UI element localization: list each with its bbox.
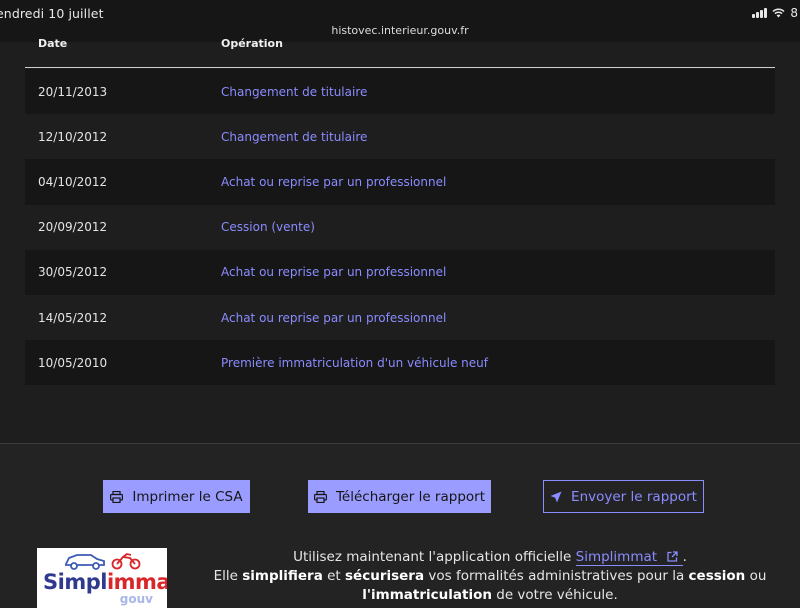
motorcycle-icon xyxy=(111,553,141,570)
promo-line-1-end: . xyxy=(682,549,687,565)
row-operation-link[interactable]: Achat ou reprise par un professionnel xyxy=(221,311,446,325)
simplimmat-link[interactable]: Simplimmat xyxy=(575,549,683,566)
table-row: 20/11/2013 Changement de titulaire xyxy=(25,69,775,115)
logo-immat: immat xyxy=(106,570,167,594)
table-row: 30/05/2012 Achat ou reprise par un profe… xyxy=(25,249,775,295)
download-report-label: Télécharger le rapport xyxy=(335,488,485,505)
row-operation-link[interactable]: Changement de titulaire xyxy=(221,130,367,144)
promo-line-2-d: ou xyxy=(745,568,767,584)
table-row: 20/09/2012 Cession (vente) xyxy=(25,205,775,250)
promo-line-1-text: Utilisez maintenant l'application offici… xyxy=(293,549,576,565)
signal-icon xyxy=(752,8,768,18)
send-report-button[interactable]: Envoyer le rapport xyxy=(543,480,704,513)
printer-icon xyxy=(313,490,327,503)
table-row: 12/10/2012 Changement de titulaire xyxy=(25,114,775,159)
wifi-icon xyxy=(772,8,785,18)
promo-line-2-c: vos formalités administratives pour la xyxy=(424,568,689,584)
row-date: 10/05/2010 xyxy=(38,355,108,370)
table-row: 14/05/2012 Achat ou reprise par un profe… xyxy=(25,295,775,340)
row-operation-link[interactable]: Achat ou reprise par un professionnel xyxy=(221,175,446,189)
row-operation-link[interactable]: Changement de titulaire xyxy=(221,85,367,99)
promo-line-2: Elle simplifiera et sécurisera vos forma… xyxy=(190,567,790,586)
row-date: 30/05/2012 xyxy=(38,265,108,280)
action-bar: Imprimer le CSA Télécharger le rapport E… xyxy=(0,480,800,514)
column-header-operation: Opération xyxy=(221,37,283,50)
table-body: 20/11/2013 Changement de titulaire 12/10… xyxy=(25,69,775,386)
promo-bold-immatriculation: l'immatriculation xyxy=(362,587,492,603)
promo-text: Utilisez maintenant l'application offici… xyxy=(190,548,790,605)
row-date: 20/11/2013 xyxy=(38,84,108,99)
promo-bold-securisera: sécurisera xyxy=(345,568,425,584)
logo-wordmark: Simplimmat xyxy=(43,570,167,594)
column-header-date: Date xyxy=(38,37,68,50)
row-date: 20/09/2012 xyxy=(38,220,108,235)
logo-simpl: Simpl xyxy=(43,570,107,594)
row-date: 12/10/2012 xyxy=(38,129,108,144)
row-operation-link[interactable]: Première immatriculation d'un véhicule n… xyxy=(221,356,488,370)
status-indicators: 8 xyxy=(752,6,798,20)
logo-gouv: gouv xyxy=(119,592,153,606)
promo-bold-simplifiera: simplifiera xyxy=(242,568,323,584)
promo-line-1: Utilisez maintenant l'application offici… xyxy=(190,548,790,567)
url-text: histovec.interieur.gouv.fr xyxy=(331,24,469,37)
status-date: endredi 10 juillet xyxy=(0,6,104,21)
send-arrow-icon xyxy=(550,491,562,502)
address-bar[interactable]: histovec.interieur.gouv.fr xyxy=(0,24,800,37)
table-header: Date Opération xyxy=(25,37,775,68)
row-date: 14/05/2012 xyxy=(38,310,108,325)
simplimmat-link-label: Simplimmat xyxy=(575,549,658,565)
battery-text: 8 xyxy=(790,6,798,20)
promo-line-2-a: Elle xyxy=(213,568,243,584)
table-row: 10/05/2010 Première immatriculation d'un… xyxy=(25,340,775,386)
row-operation-link[interactable]: Cession (vente) xyxy=(221,220,315,234)
external-link-icon xyxy=(667,551,678,562)
promo-line-2-b: et xyxy=(322,568,346,584)
printer-icon xyxy=(110,490,124,503)
print-csa-label: Imprimer le CSA xyxy=(132,488,243,505)
promo-line-3-end: de votre véhicule. xyxy=(491,587,618,603)
promo-line-3: l'immatriculation de votre véhicule. xyxy=(190,586,790,605)
download-report-button[interactable]: Télécharger le rapport xyxy=(308,480,491,513)
car-icon xyxy=(65,554,105,570)
table-row: 04/10/2012 Achat ou reprise par un profe… xyxy=(25,159,775,205)
simplimmat-logo[interactable]: Simplimmat gouv xyxy=(37,548,167,608)
send-report-label: Envoyer le rapport xyxy=(571,488,697,505)
row-date: 04/10/2012 xyxy=(38,174,108,189)
promo-bold-cession: cession xyxy=(688,568,746,584)
print-csa-button[interactable]: Imprimer le CSA xyxy=(103,480,250,513)
row-operation-link[interactable]: Achat ou reprise par un professionnel xyxy=(221,265,446,279)
status-bar: endredi 10 juillet histovec.interieur.go… xyxy=(0,0,800,42)
history-table: Date Opération 20/11/2013 Changement de … xyxy=(0,37,800,444)
